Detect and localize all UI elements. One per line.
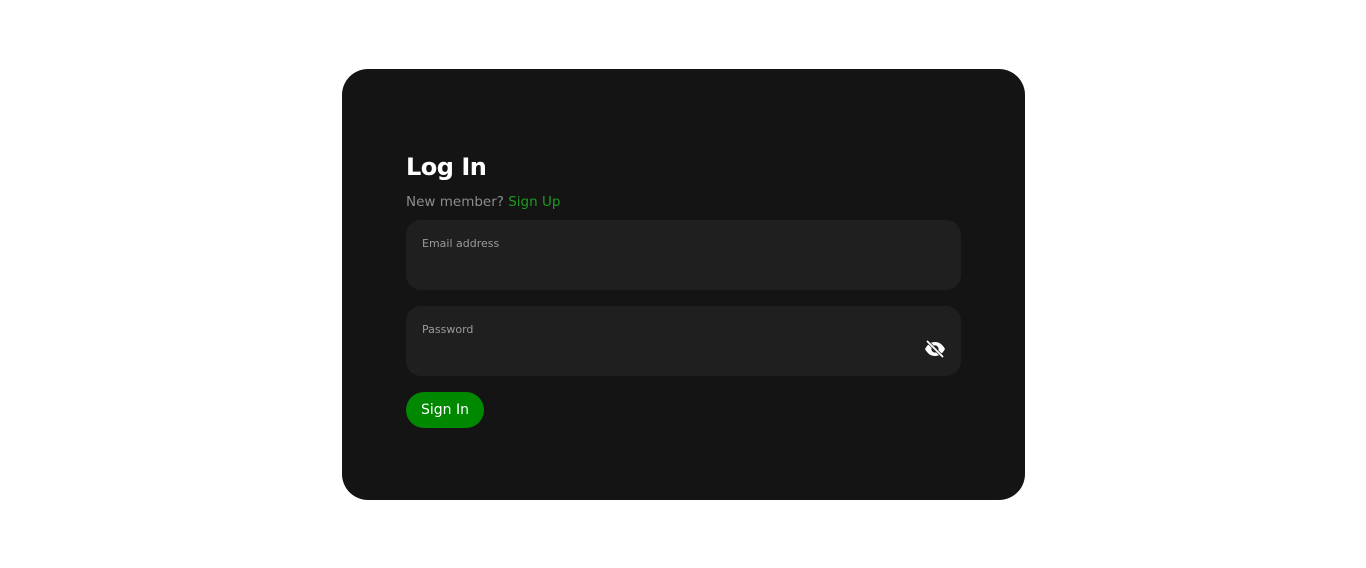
- email-label: Email address: [422, 237, 500, 250]
- login-card: Log In New member? Sign Up Email address…: [342, 69, 1025, 500]
- password-label: Password: [422, 323, 474, 336]
- email-input[interactable]: [421, 255, 911, 279]
- page-title: Log In: [406, 153, 487, 181]
- eye-slash-icon[interactable]: [924, 339, 946, 359]
- password-field[interactable]: Password: [406, 306, 961, 376]
- email-field[interactable]: Email address: [406, 220, 961, 290]
- signup-link[interactable]: Sign Up: [508, 194, 560, 210]
- password-input[interactable]: [421, 341, 911, 365]
- signin-button[interactable]: Sign In: [406, 392, 484, 428]
- login-form: Log In New member? Sign Up Email address…: [406, 153, 961, 428]
- new-member-text: New member?: [406, 194, 504, 210]
- signup-prompt: New member? Sign Up: [406, 193, 961, 211]
